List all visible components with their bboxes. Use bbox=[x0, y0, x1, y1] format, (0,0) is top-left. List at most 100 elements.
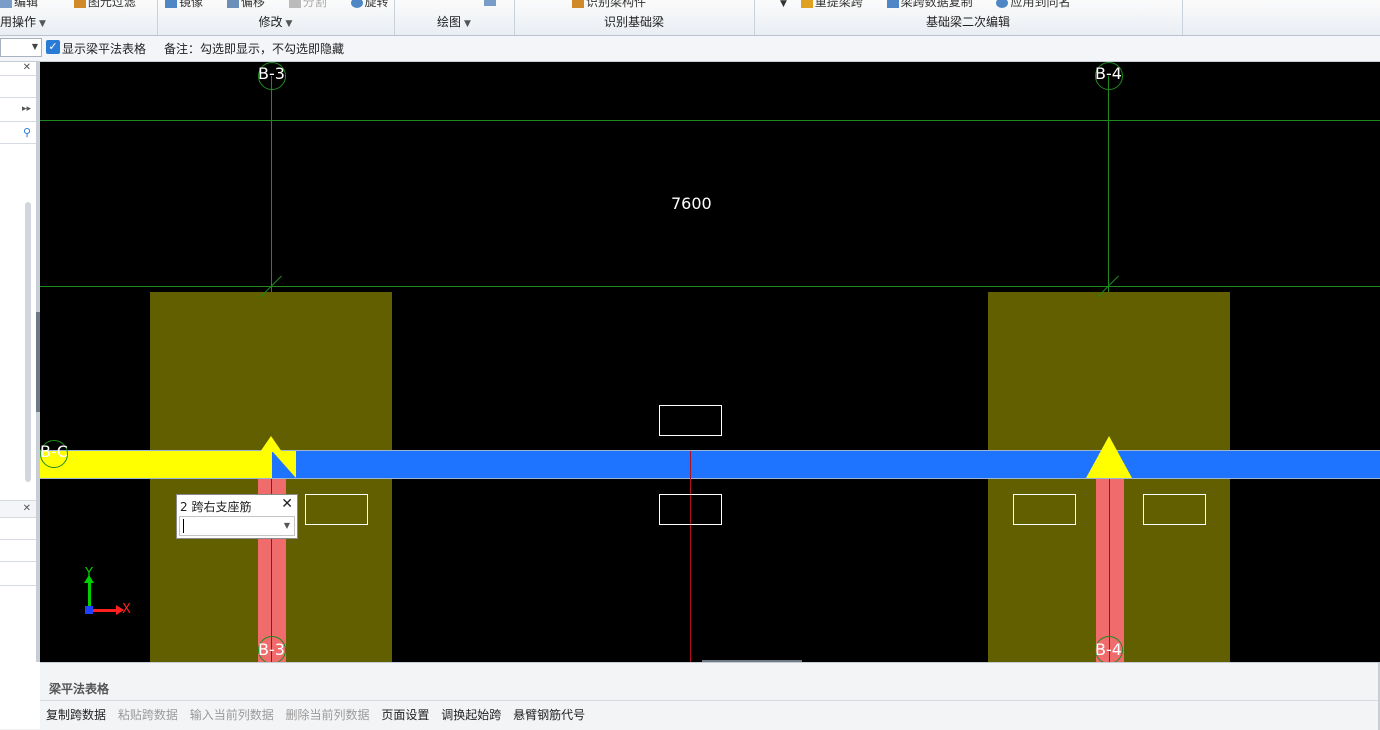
ribbon-button-filter[interactable]: 图元过滤 bbox=[73, 0, 146, 10]
support-marker-b3 bbox=[260, 436, 282, 452]
input-column-data-button[interactable]: 输入当前列数据 bbox=[190, 708, 274, 722]
filter-icon bbox=[73, 0, 86, 8]
paste-span-data-button[interactable]: 粘贴跨数据 bbox=[118, 708, 178, 722]
ribbon-group-label[interactable]: 绘图 ▼ bbox=[394, 13, 514, 30]
annotation-box[interactable] bbox=[305, 494, 368, 525]
left-panel-row bbox=[0, 76, 36, 98]
drawing-canvas[interactable]: B-3 B-4 B-3 B-4 B-C 7600 Y X 2 跨右支座筋 ✕ ▼ bbox=[40, 62, 1380, 662]
beam-top-edge bbox=[40, 450, 1380, 451]
rotate-icon bbox=[350, 0, 363, 8]
beam-span-1[interactable] bbox=[40, 451, 272, 478]
options-note: 备注：勾选即显示，不勾选即隐藏 bbox=[164, 42, 345, 56]
options-bar: ▼ ✓ 显示梁平法表格 备注：勾选即显示，不勾选即隐藏 bbox=[0, 36, 1380, 62]
ribbon-button-edit[interactable]: 编辑 bbox=[0, 0, 48, 10]
expand-icon[interactable]: ▸▸ bbox=[22, 104, 31, 114]
ribbon-button-split[interactable]: 分割 bbox=[288, 0, 337, 10]
panel-title: 梁平法表格 bbox=[49, 682, 110, 696]
ribbon-button-copy-span[interactable]: 梁跨数据复制 bbox=[886, 0, 983, 10]
left-panel: ✕ ▸▸ ⚲ ✕ bbox=[0, 62, 37, 662]
span-rebar-popup: 2 跨右支座筋 ✕ ▼ bbox=[176, 494, 298, 539]
ribbon-group-label[interactable]: 用操作 ▼ bbox=[0, 13, 157, 30]
annotation-box[interactable] bbox=[1013, 494, 1076, 525]
ribbon-button-mirror[interactable]: 镜像 bbox=[165, 0, 213, 10]
grid-label-bottom-b4: B-4 bbox=[1095, 640, 1122, 659]
show-table-label[interactable]: 显示梁平法表格 bbox=[62, 40, 146, 57]
ribbon-button-rotate[interactable]: 旋转 bbox=[350, 0, 399, 10]
ribbon-group-identify-beam: 识别梁构件 识别基础梁 bbox=[514, 0, 755, 35]
beam-span-2[interactable] bbox=[272, 451, 1380, 478]
beam-table-panel: 梁平法表格 复制跨数据 粘贴跨数据 输入当前列数据 删除当前列数据 页面设置 调… bbox=[40, 662, 1380, 730]
close-icon[interactable]: ✕ bbox=[23, 503, 31, 514]
caret-down-icon: ▼ bbox=[464, 19, 471, 29]
left-panel-search[interactable]: ⚲ bbox=[0, 122, 36, 144]
ribbon-group-label: 识别基础梁 bbox=[603, 15, 664, 29]
dimension-value: 7600 bbox=[671, 194, 712, 213]
layer-combo[interactable]: ▼ bbox=[0, 38, 42, 57]
split-icon bbox=[288, 0, 301, 8]
text-cursor bbox=[183, 519, 184, 533]
grid-label-bottom-b3: B-3 bbox=[258, 640, 285, 659]
ribbon-group-common-ops: 编辑 图元过滤 用操作 ▼ bbox=[0, 0, 158, 35]
dimension-line-top bbox=[40, 120, 1380, 121]
beam-midline bbox=[690, 451, 691, 662]
pile-centerline bbox=[1109, 478, 1110, 662]
left-bottom-filler bbox=[0, 662, 40, 729]
x-axis-label: X bbox=[122, 602, 131, 617]
y-axis-label: Y bbox=[85, 566, 93, 581]
ribbon-group-draw: 绘图 ▼ bbox=[394, 0, 515, 35]
x-axis-arrow bbox=[90, 609, 118, 612]
support-marker-b4 bbox=[1086, 436, 1132, 478]
close-icon[interactable]: ✕ bbox=[281, 496, 293, 512]
grid-label-top-b4: B-4 bbox=[1095, 64, 1122, 83]
left-panel-row bbox=[0, 518, 36, 540]
divider bbox=[40, 700, 1380, 701]
ribbon-group-beam-edit: ▼ 重提梁跨 梁跨数据复制 应用到同名 基础梁二次编辑 bbox=[754, 0, 1183, 35]
mirror-icon bbox=[165, 0, 177, 8]
dimension-line-bottom bbox=[40, 286, 1380, 287]
cantilever-rebar-code-button[interactable]: 悬臂钢筋代号 bbox=[513, 708, 585, 722]
ribbon-group-label: 基础梁二次编辑 bbox=[925, 15, 1010, 29]
ribbon-more-icon[interactable]: ▼ bbox=[780, 0, 787, 9]
page-setup-button[interactable]: 页面设置 bbox=[381, 708, 429, 722]
ribbon-button-apply-same-name[interactable]: 应用到同名 bbox=[996, 0, 1080, 10]
copy-span-icon bbox=[886, 0, 899, 8]
pile-b4[interactable] bbox=[1096, 478, 1124, 662]
identify-icon bbox=[572, 0, 584, 8]
ribbon-button-offset[interactable]: 偏移 bbox=[226, 0, 275, 10]
ribbon-button-respan[interactable]: 重提梁跨 bbox=[800, 0, 873, 10]
apply-icon bbox=[996, 0, 1009, 8]
left-panel-row bbox=[0, 540, 36, 562]
show-table-checkbox[interactable]: ✓ bbox=[46, 40, 60, 54]
left-panel-header-2: ✕ bbox=[0, 500, 36, 518]
left-panel-row bbox=[0, 562, 36, 586]
ribbon-group-label[interactable]: 修改 ▼ bbox=[157, 13, 394, 30]
respan-icon bbox=[800, 0, 813, 8]
grid-label-left-bc: B-C bbox=[40, 442, 68, 461]
search-icon[interactable]: ⚲ bbox=[23, 126, 31, 139]
annotation-box-top[interactable] bbox=[659, 405, 722, 436]
ribbon-group-modify: 镜像 偏移 分割 旋转 修改 ▼ bbox=[157, 0, 395, 35]
rebar-input[interactable]: ▼ bbox=[179, 516, 295, 536]
left-panel-row: ▸▸ bbox=[0, 98, 36, 122]
copy-span-data-button[interactable]: 复制跨数据 bbox=[46, 708, 106, 722]
annotation-box[interactable] bbox=[1143, 494, 1206, 525]
swap-start-span-button[interactable]: 调换起始跨 bbox=[441, 708, 501, 722]
beam-transition bbox=[272, 451, 296, 478]
offset-icon bbox=[226, 0, 239, 8]
chevron-down-icon: ▼ bbox=[31, 42, 38, 51]
ribbon-button-identify-beam[interactable]: 识别梁构件 bbox=[572, 0, 656, 10]
caret-down-icon: ▼ bbox=[39, 19, 46, 29]
left-panel-scrollbar[interactable] bbox=[25, 202, 31, 482]
close-icon[interactable]: ✕ bbox=[23, 62, 31, 73]
popup-title: 2 跨右支座筋 bbox=[180, 500, 252, 514]
caret-down-icon: ▼ bbox=[285, 19, 293, 29]
chevron-down-icon[interactable]: ▼ bbox=[284, 521, 290, 530]
ribbon-toolbar: 编辑 图元过滤 用操作 ▼ 镜像 偏移 分割 旋转 修改 ▼ 绘图 ▼ 识别梁构件 识… bbox=[0, 0, 1380, 36]
ribbon-button-draw[interactable] bbox=[484, 0, 508, 7]
edit-icon bbox=[0, 0, 12, 8]
delete-column-data-button[interactable]: 删除当前列数据 bbox=[286, 708, 370, 722]
origin-marker bbox=[85, 606, 93, 614]
annotation-box[interactable] bbox=[659, 494, 722, 525]
beam-table-toolbar: 复制跨数据 粘贴跨数据 输入当前列数据 删除当前列数据 页面设置 调换起始跨 悬… bbox=[46, 706, 593, 723]
left-panel-header: ✕ bbox=[0, 62, 36, 76]
